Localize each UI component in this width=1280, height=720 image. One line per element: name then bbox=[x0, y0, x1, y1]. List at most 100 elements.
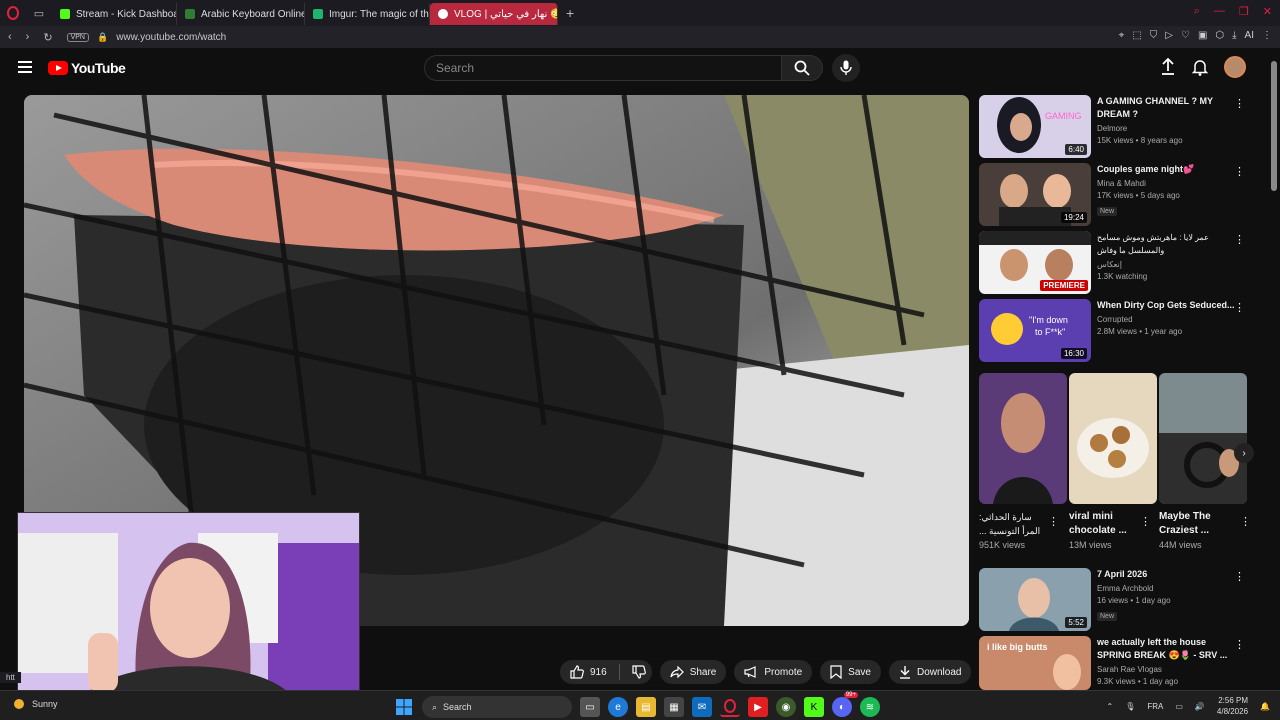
page-scrollbar[interactable] bbox=[1270, 55, 1278, 695]
video-title[interactable]: 7 April 2026 bbox=[1097, 568, 1237, 581]
short-item[interactable]: Maybe The Craziest ... 44M views ⋮ bbox=[1159, 373, 1251, 550]
list-item[interactable]: GAMING 6:40 A GAMING CHANNEL ? MY DREAM … bbox=[979, 95, 1259, 160]
microphone-icon[interactable]: 🎙 bbox=[1125, 702, 1135, 711]
network-icon[interactable]: ▭ bbox=[1175, 702, 1183, 711]
channel-name[interactable]: Mina & Mahdi bbox=[1097, 179, 1237, 188]
list-item[interactable]: PREMIERE عمر لايا : ماهربتش وموش مسامح و… bbox=[979, 231, 1259, 296]
opera-taskbar-icon[interactable] bbox=[720, 697, 740, 717]
search-input[interactable]: Search bbox=[424, 55, 782, 81]
close-icon[interactable]: ✕ bbox=[1263, 5, 1272, 18]
more-options-icon[interactable]: ⋮ bbox=[1240, 515, 1251, 528]
short-thumbnail[interactable] bbox=[1159, 373, 1247, 504]
back-icon[interactable]: ‹ bbox=[8, 31, 12, 44]
short-title[interactable]: viral mini chocolate ... bbox=[1069, 510, 1139, 538]
obs-icon[interactable]: ◉ bbox=[776, 697, 796, 717]
more-options-icon[interactable]: ⋮ bbox=[1140, 515, 1151, 528]
video-title[interactable]: When Dirty Cop Gets Seduced... bbox=[1097, 299, 1237, 312]
more-options-icon[interactable]: ⋮ bbox=[1234, 301, 1245, 314]
youtube-logo[interactable]: YouTube bbox=[48, 60, 126, 76]
opera-logo-icon[interactable] bbox=[0, 0, 26, 26]
wallet-icon[interactable]: ▣ bbox=[1198, 30, 1207, 41]
spotify-icon[interactable]: ≋ bbox=[860, 697, 880, 717]
tab-youtube-vlog[interactable]: VLOG | نهار في حياتي 😳 - bbox=[430, 3, 558, 25]
ai-button[interactable]: AI bbox=[1245, 30, 1254, 41]
video-thumbnail[interactable]: 5:52 bbox=[979, 568, 1091, 631]
search-tabs-icon[interactable]: ⌕ bbox=[1194, 5, 1200, 18]
thumbs-down-icon[interactable] bbox=[632, 665, 646, 679]
share-button[interactable]: Share bbox=[659, 660, 727, 684]
discord-icon[interactable]: ◐ 99+ bbox=[832, 692, 858, 717]
more-options-icon[interactable]: ⋮ bbox=[1234, 570, 1245, 583]
shield-icon[interactable]: ⛉ bbox=[1150, 30, 1158, 41]
notifications-icon[interactable]: 🔔 bbox=[1260, 702, 1270, 711]
short-item[interactable]: viral mini chocolate ... 13M views ⋮ bbox=[1069, 373, 1157, 550]
tab-manager-icon[interactable]: ▭ bbox=[26, 7, 52, 20]
extensions-icon[interactable]: ⬡ bbox=[1215, 30, 1224, 41]
new-tab-button[interactable]: + bbox=[558, 5, 582, 21]
lock-icon[interactable]: 🔒 bbox=[97, 32, 108, 43]
taskbar-search[interactable]: ⌕ Search bbox=[422, 696, 572, 718]
channel-name[interactable]: Sarah Rae Vlogas bbox=[1097, 665, 1237, 674]
list-item[interactable]: "I'm down to F**k" 16:30 When Dirty Cop G… bbox=[979, 299, 1259, 364]
tab-imgur[interactable]: Imgur: The magic of the In bbox=[305, 3, 430, 25]
volume-icon[interactable]: 🔊 bbox=[1195, 702, 1205, 711]
store-icon[interactable]: ▦ bbox=[664, 697, 684, 717]
tab-kick-dashboard[interactable]: Stream - Kick Dashboard bbox=[52, 3, 177, 25]
kick-app-icon[interactable]: K bbox=[804, 697, 824, 717]
video-title[interactable]: عمر لايا : ماهربتش وموش مسامح والمسلسل م… bbox=[1097, 231, 1237, 257]
download-icon[interactable]: ⤓ bbox=[1232, 30, 1236, 41]
forward-icon[interactable]: › bbox=[26, 31, 30, 44]
short-thumbnail[interactable] bbox=[979, 373, 1067, 504]
play-icon[interactable]: ▷ bbox=[1165, 30, 1173, 41]
edge-icon[interactable]: e bbox=[608, 697, 628, 717]
save-button[interactable]: Save bbox=[820, 660, 881, 684]
more-options-icon[interactable]: ⋮ bbox=[1234, 165, 1245, 178]
file-explorer-icon[interactable]: ▤ bbox=[636, 697, 656, 717]
reload-icon[interactable]: ↻ bbox=[43, 31, 52, 44]
short-thumbnail[interactable] bbox=[1069, 373, 1157, 504]
more-options-icon[interactable]: ⋮ bbox=[1048, 515, 1059, 528]
outlook-icon[interactable]: ✉ bbox=[692, 697, 712, 717]
video-title[interactable]: we actually left the house SPRING BREAK … bbox=[1097, 636, 1237, 662]
tab-arabic-keyboard[interactable]: Arabic Keyboard Online - bbox=[177, 3, 305, 25]
download-button[interactable]: Download bbox=[888, 660, 972, 684]
weather-widget[interactable]: Sunny bbox=[14, 699, 58, 709]
promote-button[interactable]: Promote bbox=[734, 660, 813, 684]
snapshot-icon[interactable]: ⬚ bbox=[1132, 30, 1141, 41]
task-view-icon[interactable]: ▭ bbox=[580, 697, 600, 717]
channel-name[interactable]: Corrupted bbox=[1097, 315, 1237, 324]
menu-dots-icon[interactable]: ⋮ bbox=[1262, 30, 1272, 41]
channel-name[interactable]: Emma Archbold bbox=[1097, 584, 1237, 593]
short-item[interactable]: سارة الحداثي: المرأ التونسية ... 951K vi… bbox=[979, 373, 1067, 550]
search-button[interactable] bbox=[781, 55, 823, 81]
pin-icon[interactable]: ⌖ bbox=[1119, 30, 1125, 41]
video-title[interactable]: Couples game night💕 bbox=[1097, 163, 1237, 176]
avatar[interactable] bbox=[1224, 56, 1246, 78]
channel-name[interactable]: Delmore bbox=[1097, 124, 1237, 133]
list-item[interactable]: i like big butts we actually left the ho… bbox=[979, 636, 1259, 690]
upload-icon[interactable] bbox=[1160, 58, 1176, 76]
windows-start-icon[interactable] bbox=[394, 697, 414, 717]
clock[interactable]: 2:56 PM 4/8/2026 bbox=[1217, 695, 1248, 717]
minimize-icon[interactable]: — bbox=[1214, 5, 1225, 18]
youtube-app-icon[interactable]: ▶ bbox=[748, 697, 768, 717]
video-thumbnail[interactable]: "I'm down to F**k" 16:30 bbox=[979, 299, 1091, 362]
channel-name[interactable]: إنعكاس bbox=[1097, 260, 1237, 269]
language-indicator[interactable]: FRA bbox=[1147, 702, 1163, 711]
video-thumbnail[interactable]: PREMIERE bbox=[979, 231, 1091, 294]
video-thumbnail[interactable]: GAMING 6:40 bbox=[979, 95, 1091, 158]
video-thumbnail[interactable]: i like big butts bbox=[979, 636, 1091, 690]
notifications-bell-icon[interactable] bbox=[1192, 58, 1208, 76]
more-options-icon[interactable]: ⋮ bbox=[1234, 97, 1245, 110]
maximize-icon[interactable]: ❐ bbox=[1239, 5, 1249, 18]
list-item[interactable]: 19:24 Couples game night💕 Mina & Mahdi 1… bbox=[979, 163, 1259, 228]
hamburger-menu-icon[interactable] bbox=[18, 61, 32, 73]
short-title[interactable]: سارة الحداثي: المرأ التونسية ... bbox=[979, 510, 1049, 538]
scrollbar-thumb[interactable] bbox=[1271, 61, 1277, 191]
more-options-icon[interactable]: ⋮ bbox=[1234, 638, 1245, 651]
vpn-badge[interactable]: VPN bbox=[66, 32, 89, 42]
url-field[interactable]: www.youtube.com/watch bbox=[116, 32, 226, 43]
shorts-next-button[interactable]: › bbox=[1234, 443, 1254, 463]
list-item[interactable]: 5:52 7 April 2026 Emma Archbold 16 views… bbox=[979, 568, 1259, 633]
more-options-icon[interactable]: ⋮ bbox=[1234, 233, 1245, 246]
